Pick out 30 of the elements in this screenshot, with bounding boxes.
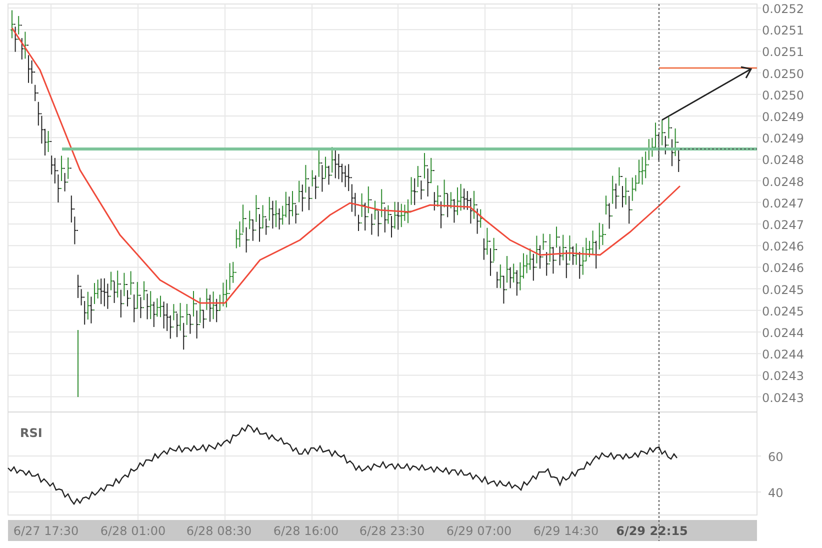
price-axis-label: 0.0247 [762, 196, 804, 210]
price-axis-label: 0.0245 [762, 282, 804, 297]
price-axis-label: 0.0251 [762, 45, 804, 60]
time-axis-label: 6/28 23:30 [359, 524, 425, 538]
price-axis-label: 0.0249 [762, 110, 804, 124]
price-axis-label: 0.0246 [762, 240, 804, 254]
time-axis-label: 6/28 16:00 [273, 524, 339, 538]
time-axis-label: 6/28 08:30 [186, 524, 252, 538]
rsi-axis-label: 60 [768, 450, 784, 464]
rsi-axis-label: 40 [768, 486, 784, 500]
price-axis-label: 0.0249 [762, 132, 804, 146]
time-axis-label: 6/29 07:00 [446, 524, 512, 538]
price-axis-label: 0.0248 [762, 153, 804, 168]
time-axis-label: 6/29 14:30 [533, 524, 599, 538]
price-axis-label: 0.0247 [762, 218, 804, 232]
price-axis-label: 0.0251 [762, 24, 804, 38]
time-axis-label: 6/27 17:30 [13, 524, 79, 538]
price-axis-label: 0.0245 [762, 304, 804, 318]
price-axis-label: 0.0248 [762, 174, 804, 189]
time-axis-label: 6/29 22:15 [616, 524, 688, 538]
price-axis-label: 0.0243 [762, 369, 804, 384]
price-axis-label: 0.0250 [762, 66, 804, 81]
time-axis-label: 6/28 01:00 [100, 524, 166, 538]
price-axis-label: 0.0243 [762, 390, 804, 405]
price-axis-label: 0.0250 [762, 88, 804, 102]
rsi-label: RSI [20, 426, 42, 440]
price-axis-label: 0.0252 [762, 2, 804, 16]
price-axis-label: 0.0244 [762, 348, 804, 362]
price-axis-label: 0.0244 [762, 326, 804, 340]
price-axis-label: 0.0246 [762, 261, 804, 276]
